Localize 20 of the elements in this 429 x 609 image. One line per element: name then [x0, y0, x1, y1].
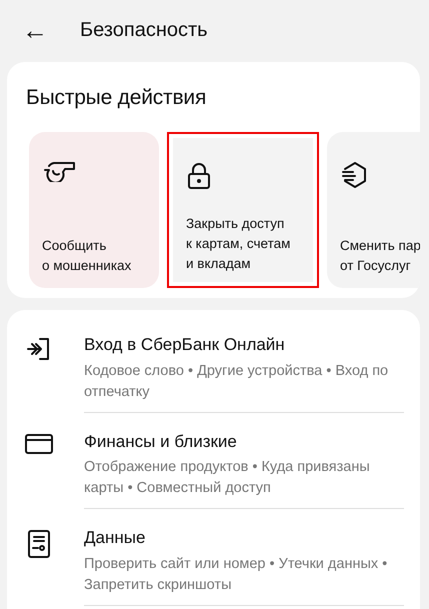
- menu-item-title[interactable]: Финансы и близкие: [84, 428, 404, 454]
- quick-action-card[interactable]: Закрыть доступ к картам, счетам и вкладам: [167, 132, 319, 288]
- quick-action-card[interactable]: Сменить пар от Госуслуг: [327, 132, 420, 288]
- lock-icon: [186, 162, 212, 190]
- card-label: Сменить пар от Госуслуг: [340, 236, 420, 275]
- section-title: Быстрые действия: [26, 85, 208, 111]
- login-icon: [26, 336, 52, 362]
- card-icon: [24, 432, 54, 454]
- menu-item-subtitle: Отображение продуктов • Куда привязаны карты • Совместный доступ: [84, 458, 371, 498]
- menu-item-subtitle: Проверить сайт или номер • Утечки данных • Запретить скриншоты: [84, 554, 388, 594]
- menu-item-title[interactable]: Вход в СберБанк Онлайн: [84, 332, 404, 358]
- card-label: Сообщить о мошенниках: [42, 236, 132, 274]
- card-label: Закрыть доступ к картам, счетам и вкладам: [186, 214, 292, 273]
- page-title: Безопасность: [80, 18, 208, 43]
- whistle-icon: [42, 160, 76, 182]
- menu-item-subtitle: Кодовое слово • Другие устройства • Вход по отпечатку: [84, 362, 390, 402]
- quick-action-card[interactable]: Сообщить о мошенниках: [29, 132, 159, 288]
- menu-item-title[interactable]: Данные: [84, 525, 404, 550]
- document-icon: [27, 529, 51, 559]
- back-button[interactable]: ←: [20, 17, 50, 43]
